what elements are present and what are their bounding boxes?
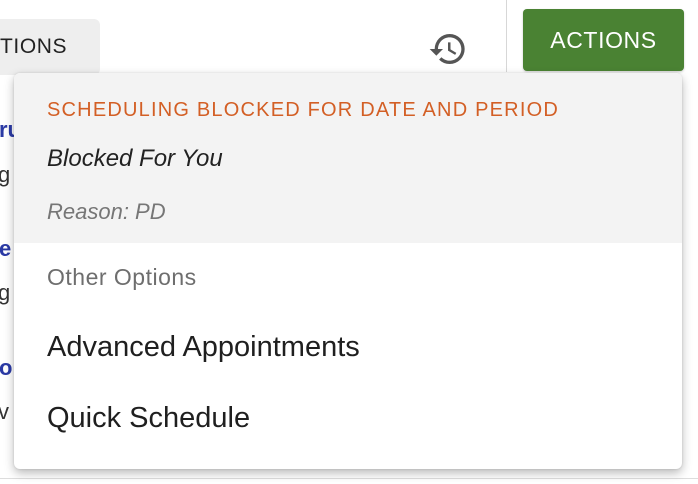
options-button[interactable]: TIONS xyxy=(0,19,100,75)
menu-item-label: Quick Schedule xyxy=(47,401,251,434)
list-item-subtitle: g xyxy=(0,162,11,187)
divider xyxy=(0,478,698,479)
options-button-label: TIONS xyxy=(0,35,68,58)
blocked-reason-text: Reason: PD xyxy=(47,199,166,224)
list-item-title[interactable]: e xyxy=(0,236,11,262)
actions-button-label: ACTIONS xyxy=(550,26,657,53)
blocked-heading: SCHEDULING BLOCKED FOR DATE AND PERIOD xyxy=(47,99,559,121)
list-item-subtitle: v xyxy=(0,399,9,424)
actions-button[interactable]: ACTIONS xyxy=(523,9,684,71)
blocked-for-text: Blocked For You xyxy=(47,145,223,172)
other-options-heading: Other Options xyxy=(47,264,197,290)
toolbar-divider xyxy=(506,0,507,72)
menu-item-label: Advanced Appointments xyxy=(47,330,360,363)
list-item-title[interactable]: o xyxy=(0,355,12,381)
menu-item-quick-schedule[interactable]: Quick Schedule xyxy=(14,388,682,448)
page: ru g e g o v TIONS ACTIONS SCHEDULING BL… xyxy=(0,0,698,484)
blocked-notice: SCHEDULING BLOCKED FOR DATE AND PERIOD B… xyxy=(14,73,682,243)
history-button[interactable] xyxy=(426,29,470,69)
menu-item-advanced-appointments[interactable]: Advanced Appointments xyxy=(14,317,682,377)
actions-dropdown-menu: SCHEDULING BLOCKED FOR DATE AND PERIOD B… xyxy=(14,73,682,469)
history-icon xyxy=(429,34,465,65)
list-item-subtitle: g xyxy=(0,280,11,305)
